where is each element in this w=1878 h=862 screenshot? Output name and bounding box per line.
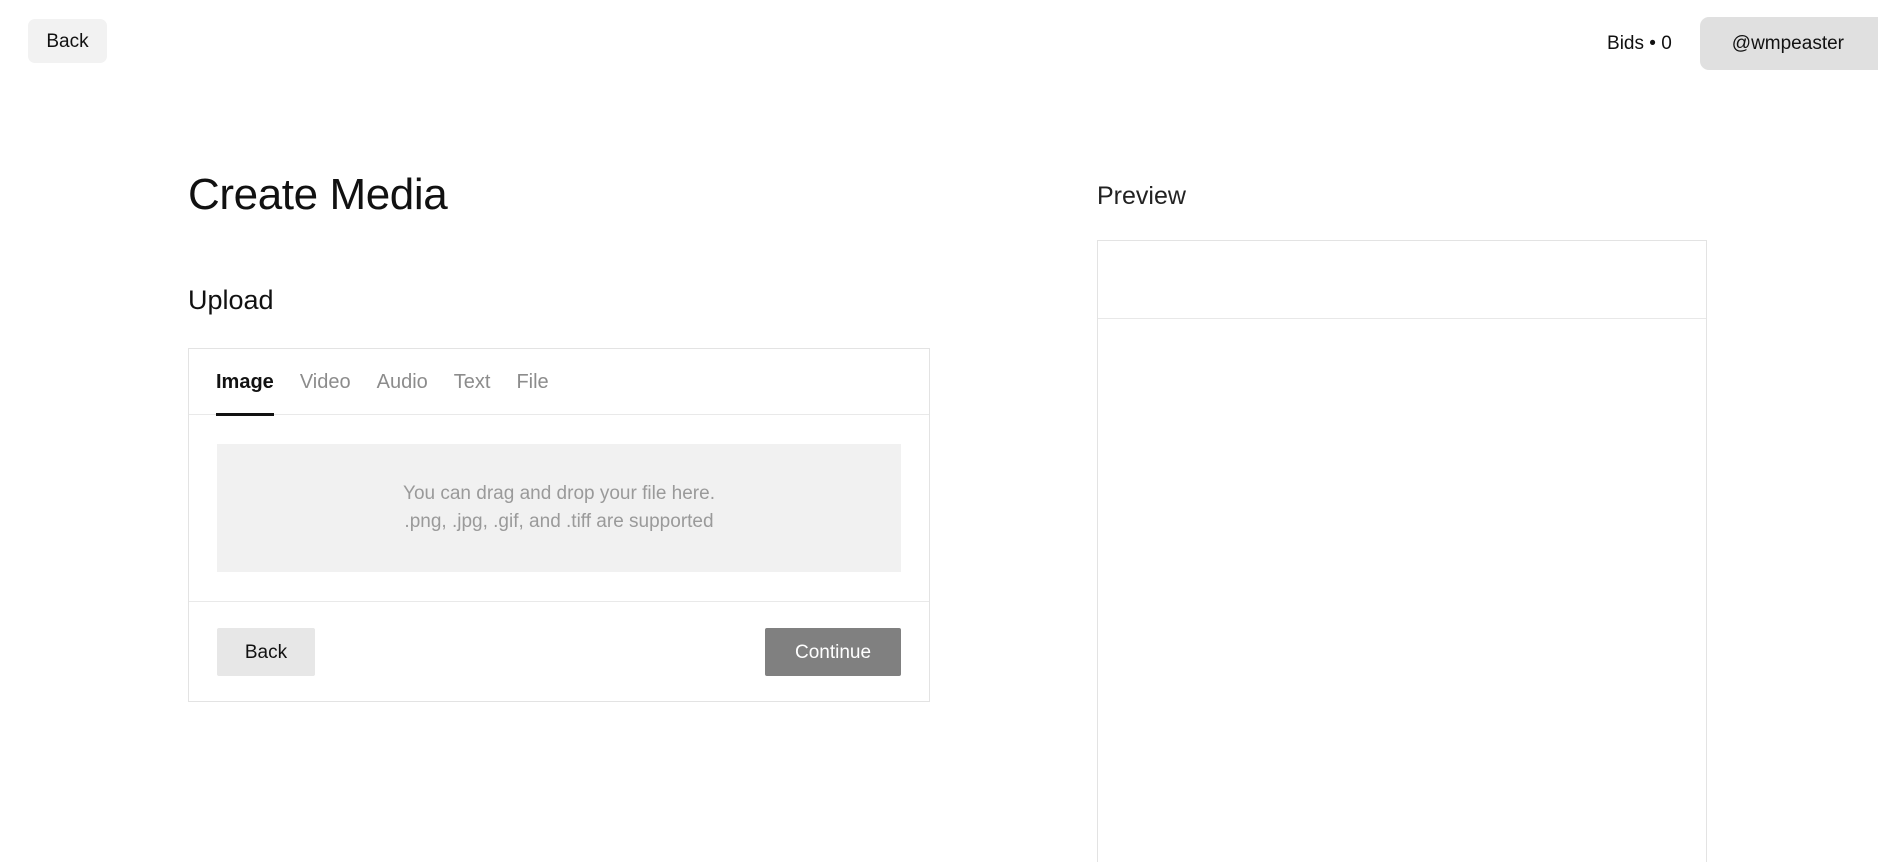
page-root: Back Bids • 0 @wmpeaster Create Media Up… xyxy=(0,0,1878,862)
media-type-tabs: Image Video Audio Text File xyxy=(189,349,929,416)
tab-image[interactable]: Image xyxy=(216,349,287,416)
upload-card-footer: Back Continue xyxy=(189,601,929,702)
dropzone-instruction-text: You can drag and drop your file here. xyxy=(403,483,715,505)
tab-video[interactable]: Video xyxy=(287,349,364,415)
preview-panel xyxy=(1097,240,1707,862)
bids-count-label: Bids • 0 xyxy=(1607,33,1672,54)
preview-panel-body xyxy=(1098,319,1706,862)
form-back-button[interactable]: Back xyxy=(217,628,315,676)
tab-text[interactable]: Text xyxy=(441,349,504,415)
preview-title: Preview xyxy=(1097,182,1186,210)
dropzone-formats-text: .png, .jpg, .gif, and .tiff are supporte… xyxy=(404,511,714,532)
upload-card: Image Video Audio Text File You can drag… xyxy=(188,348,930,702)
topbar-right-group: Bids • 0 @wmpeaster xyxy=(1607,0,1878,87)
account-menu-button[interactable]: @wmpeaster xyxy=(1699,17,1878,70)
page-title: Create Media xyxy=(188,170,448,219)
file-dropzone[interactable]: You can drag and drop your file here. .p… xyxy=(217,444,901,572)
tab-file[interactable]: File xyxy=(503,349,561,415)
nav-back-button[interactable]: Back xyxy=(28,19,107,63)
dropzone-container: You can drag and drop your file here. .p… xyxy=(189,415,929,601)
upload-section-title: Upload xyxy=(188,285,274,315)
top-navigation-bar: Back Bids • 0 @wmpeaster xyxy=(0,0,1878,87)
tab-audio[interactable]: Audio xyxy=(364,349,441,415)
form-continue-button[interactable]: Continue xyxy=(765,628,901,676)
preview-panel-header xyxy=(1098,241,1706,319)
